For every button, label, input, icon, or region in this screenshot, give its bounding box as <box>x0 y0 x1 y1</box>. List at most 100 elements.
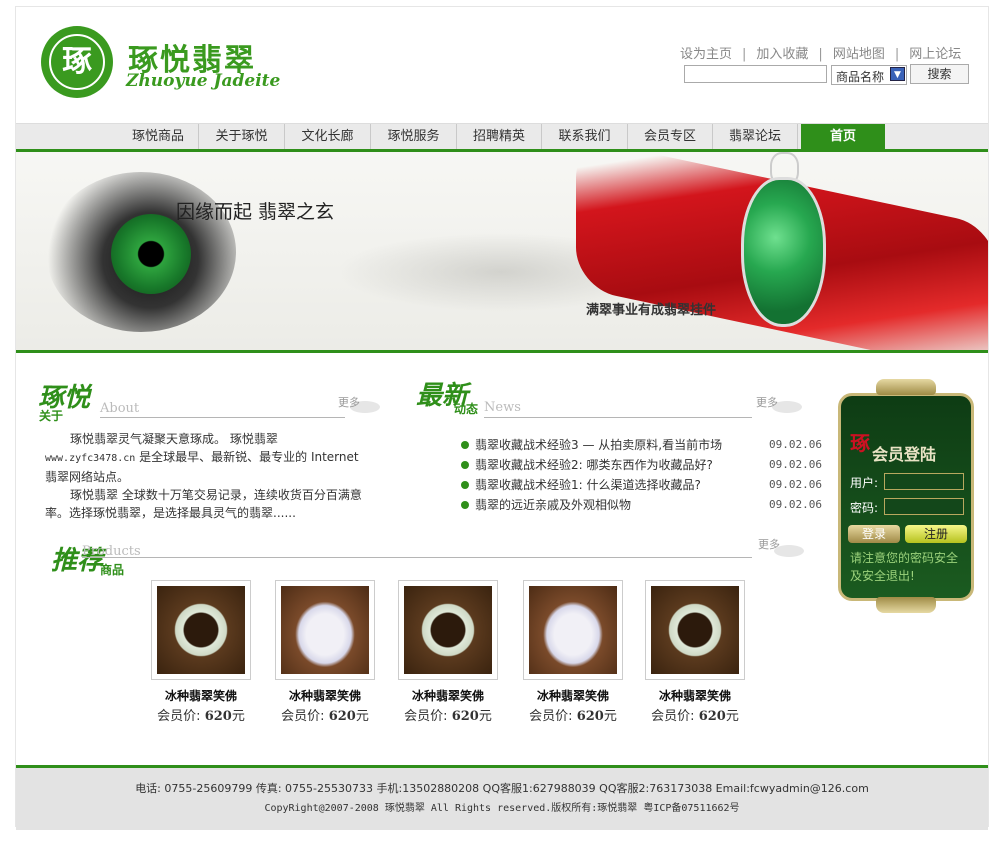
about-title-en: About <box>100 401 140 416</box>
search-category-value: 商品名称 <box>836 70 885 84</box>
nav-item-jobs[interactable]: 招聘精英 <box>457 124 542 149</box>
footer: 电话: 0755-25609799 传真: 0755-25530733 手机:1… <box>16 765 988 830</box>
scroll-cap-bottom <box>876 597 936 613</box>
product-name[interactable]: 冰种翡翠笑佛 <box>635 687 755 704</box>
news-item-title[interactable]: 翡翠收藏战术经验1: 什么渠道选择收藏品? <box>475 475 701 495</box>
nav-item-products[interactable]: 琢悦商品 <box>118 124 199 149</box>
username-label: 用户: <box>850 476 879 490</box>
news-title-en: News <box>484 400 521 415</box>
nav-item-home[interactable]: 首页 <box>801 124 885 149</box>
hero-banner: 因缘而起 翡翠之玄 满翠事业有成翡翠挂件 <box>16 152 988 353</box>
product-image-frame[interactable] <box>645 580 745 680</box>
logo-glyph: 琢 <box>62 44 92 79</box>
divider: | <box>742 47 747 62</box>
scroll-cap-top <box>876 379 936 395</box>
login-button[interactable]: 登录 <box>848 525 900 543</box>
nav-item-about[interactable]: 关于琢悦 <box>199 124 285 149</box>
product-image-frame[interactable] <box>151 580 251 680</box>
login-title: 会员登陆 <box>872 445 937 464</box>
products-divider <box>82 557 752 558</box>
product-image[interactable] <box>651 586 739 674</box>
news-divider <box>484 417 752 418</box>
news-list: 翡翠收藏战术经验3 — 从拍卖原料,看当前市场 09.02.06 翡翠收藏战术经… <box>459 435 829 515</box>
register-button[interactable]: 注册 <box>905 525 967 543</box>
nav-item-service[interactable]: 琢悦服务 <box>371 124 457 149</box>
product-name[interactable]: 冰种翡翠笑佛 <box>265 687 385 704</box>
search-input[interactable] <box>684 65 827 83</box>
product-image-frame[interactable] <box>523 580 623 680</box>
member-login-panel: 琢 会员登陆 用户: 密码: 登录 注册 请注意您的密码安全及安全退出! <box>838 379 974 615</box>
product-image[interactable] <box>157 586 245 674</box>
price-label: 会员价: <box>651 709 695 724</box>
news-item-title[interactable]: 翡翠的远近亲戚及外观相似物 <box>475 495 631 515</box>
price-value: 620 <box>328 709 356 724</box>
price-unit: 元 <box>355 709 369 724</box>
about-title-small: 关于 <box>39 409 64 423</box>
news-item[interactable]: 翡翠收藏战术经验2: 哪类东西作为收藏品好? 09.02.06 <box>459 455 829 475</box>
product-name[interactable]: 冰种翡翠笑佛 <box>513 687 633 704</box>
jade-disc-image <box>111 214 191 294</box>
news-item[interactable]: 翡翠的远近亲戚及外观相似物 09.02.06 <box>459 495 829 515</box>
username-field[interactable] <box>884 473 964 490</box>
logo-emblem-icon[interactable]: 琢 <box>41 26 113 98</box>
price-unit: 元 <box>725 709 739 724</box>
price-unit: 元 <box>603 709 617 724</box>
news-item-date: 09.02.06 <box>769 438 822 451</box>
forum-link[interactable]: 网上论坛 <box>909 47 961 62</box>
page-container: 琢 琢悦翡翠 Zhuoyue Jadeite 设为主页 | 加入收藏 | 网站地图 | 网上… <box>15 6 989 830</box>
about-url-link[interactable]: www.zyfc3478.cn <box>45 453 135 464</box>
news-item[interactable]: 翡翠收藏战术经验1: 什么渠道选择收藏品? 09.02.06 <box>459 475 829 495</box>
logo-text-en[interactable]: Zhuoyue Jadeite <box>126 71 280 91</box>
divider: | <box>818 47 823 62</box>
price-label: 会员价: <box>281 709 325 724</box>
price-unit: 元 <box>478 709 492 724</box>
add-favorite-link[interactable]: 加入收藏 <box>756 47 808 62</box>
price-value: 620 <box>451 709 479 724</box>
news-more-link[interactable]: 更多 <box>756 394 778 410</box>
price-label: 会员价: <box>157 709 201 724</box>
product-image[interactable] <box>404 586 492 674</box>
main-nav: 琢悦商品 关于琢悦 文化长廊 琢悦服务 招聘精英 联系我们 会员专区 翡翠论坛 … <box>16 123 988 152</box>
product-image-frame[interactable] <box>398 580 498 680</box>
product-name[interactable]: 冰种翡翠笑佛 <box>141 687 261 704</box>
nav-item-forum[interactable]: 翡翠论坛 <box>713 124 798 149</box>
product-price: 会员价: 620元 <box>141 705 261 724</box>
bullet-icon <box>461 501 469 509</box>
set-homepage-link[interactable]: 设为主页 <box>680 47 732 62</box>
price-value: 620 <box>204 709 232 724</box>
product-image[interactable] <box>281 586 369 674</box>
products-title-small: 商品 <box>100 563 125 577</box>
about-more-link[interactable]: 更多 <box>338 394 360 410</box>
banner-calligraphy: 因缘而起 翡翠之玄 <box>176 201 335 223</box>
sitemap-link[interactable]: 网站地图 <box>833 47 885 62</box>
price-value: 620 <box>576 709 604 724</box>
products-more-link[interactable]: 更多 <box>758 536 780 552</box>
nav-item-members[interactable]: 会员专区 <box>628 124 713 149</box>
news-item[interactable]: 翡翠收藏战术经验3 — 从拍卖原料,看当前市场 09.02.06 <box>459 435 829 455</box>
nav-item-culture[interactable]: 文化长廊 <box>285 124 371 149</box>
banner-caption: 满翠事业有成翡翠挂件 <box>586 303 717 318</box>
nav-item-contact[interactable]: 联系我们 <box>542 124 628 149</box>
product-name[interactable]: 冰种翡翠笑佛 <box>388 687 508 704</box>
password-field[interactable] <box>884 498 964 515</box>
product-price: 会员价: 620元 <box>635 705 755 724</box>
bullet-icon <box>461 481 469 489</box>
jade-pendant-image <box>741 177 826 327</box>
news-item-title[interactable]: 翡翠收藏战术经验3 — 从拍卖原料,看当前市场 <box>475 435 722 455</box>
about-divider <box>100 417 345 418</box>
search-category-select[interactable]: 商品名称 ▼ <box>831 65 907 85</box>
footer-copyright: CopyRight@2007-2008 琢悦翡翠 All Rights rese… <box>264 803 740 814</box>
login-security-note: 请注意您的密码安全及安全退出! <box>850 551 959 583</box>
price-unit: 元 <box>231 709 245 724</box>
product-image-frame[interactable] <box>275 580 375 680</box>
search-button[interactable]: 搜索 <box>910 64 969 84</box>
product-image[interactable] <box>529 586 617 674</box>
product-price: 会员价: 620元 <box>265 705 385 724</box>
news-item-title[interactable]: 翡翠收藏战术经验2: 哪类东西作为收藏品好? <box>475 455 713 475</box>
login-seal-icon: 琢 <box>850 431 870 455</box>
chevron-down-icon[interactable]: ▼ <box>890 67 905 81</box>
news-item-date: 09.02.06 <box>769 478 822 491</box>
footer-contact: 电话: 0755-25609799 传真: 0755-25530733 手机:1… <box>135 782 869 795</box>
password-label: 密码: <box>850 501 879 515</box>
top-links: 设为主页 | 加入收藏 | 网站地图 | 网上论坛 <box>680 43 961 62</box>
